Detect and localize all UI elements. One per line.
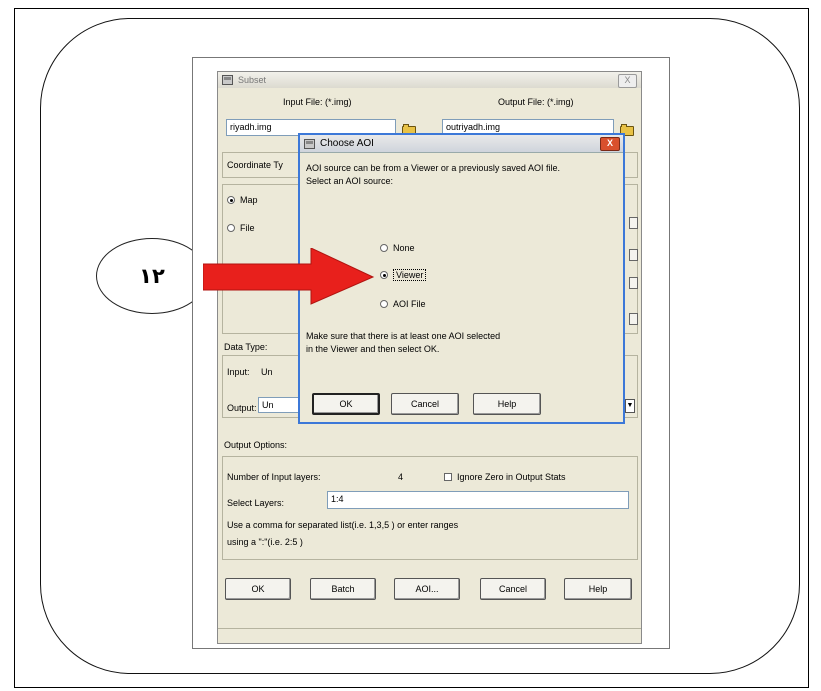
map-radio[interactable]: Map	[227, 195, 258, 205]
file-radio-label: File	[240, 223, 255, 233]
aoi-none-dot	[380, 244, 388, 252]
select-layers-input[interactable]: 1:4	[327, 491, 629, 509]
map-radio-label: Map	[240, 195, 258, 205]
data-type-label: Data Type:	[224, 342, 268, 352]
aoi-intro-line-2: Select an AOI source:	[306, 176, 394, 186]
aoi-titlebar: Choose AOI X	[300, 135, 623, 153]
aoi-viewer-dot	[380, 271, 388, 279]
subset-close-button[interactable]: X	[618, 74, 637, 88]
aoi-title: Choose AOI	[320, 138, 374, 149]
aoi-ok-button[interactable]: OK	[312, 393, 380, 415]
num-layers-label: Number of Input layers:	[227, 472, 321, 482]
output-type-select[interactable]: Un	[258, 397, 300, 413]
spinner-1[interactable]	[629, 217, 638, 229]
file-radio-dot	[227, 224, 235, 232]
file-radio[interactable]: File	[227, 223, 255, 233]
ignore-zero-label: Ignore Zero in Output Stats	[457, 472, 566, 482]
aoi-file-dot	[380, 300, 388, 308]
spinner-3[interactable]	[629, 277, 638, 289]
status-bar	[218, 628, 641, 643]
aoi-none-radio[interactable]: None	[380, 243, 415, 253]
aoi-window-icon	[304, 138, 315, 149]
aoi-button[interactable]: AOI...	[394, 578, 460, 600]
input-type-value: Un	[261, 367, 273, 377]
select-layers-label: Select Layers:	[227, 498, 285, 508]
aoi-note-line-1: Make sure that there is at least one AOI…	[306, 331, 501, 341]
aoi-viewer-label: Viewer	[393, 269, 427, 281]
hint-line-2: using a ":"(i.e. 2:5 )	[227, 537, 303, 547]
subset-help-button[interactable]: Help	[564, 578, 632, 600]
subset-title: Subset	[238, 75, 267, 85]
output-type-label: Output:	[227, 403, 257, 413]
batch-button[interactable]: Batch	[310, 578, 376, 600]
output-type-dropdown-icon[interactable]: ▼	[625, 399, 635, 413]
subset-titlebar: Subset X	[218, 72, 641, 88]
num-layers-value: 4	[398, 472, 404, 482]
aoi-file-label: AOI File	[393, 299, 426, 309]
spinner-2[interactable]	[629, 249, 638, 261]
input-type-label: Input:	[227, 367, 250, 377]
subset-cancel-button[interactable]: Cancel	[480, 578, 546, 600]
aoi-cancel-button[interactable]: Cancel	[391, 393, 459, 415]
output-options-label: Output Options:	[224, 440, 288, 450]
aoi-intro-line-1: AOI source can be from a Viewer or a pre…	[306, 163, 560, 173]
aoi-close-button[interactable]: X	[600, 137, 620, 151]
hint-line-1: Use a comma for separated list(i.e. 1,3,…	[227, 520, 459, 530]
input-file-label: Input File: (*.img)	[283, 97, 352, 107]
ignore-zero-checkbox[interactable]: Ignore Zero in Output Stats	[444, 472, 566, 482]
window-icon	[222, 75, 233, 85]
coordinate-type-label: Coordinate Ty	[227, 160, 283, 170]
aoi-file-radio[interactable]: AOI File	[380, 299, 426, 309]
aoi-note-line-2: in the Viewer and then select OK.	[306, 344, 440, 354]
output-file-label: Output File: (*.img)	[498, 97, 574, 107]
spinner-4[interactable]	[629, 313, 638, 325]
aoi-none-label: None	[393, 243, 415, 253]
aoi-viewer-radio[interactable]: Viewer	[380, 269, 427, 281]
subset-ok-button[interactable]: OK	[225, 578, 291, 600]
aoi-help-button[interactable]: Help	[473, 393, 541, 415]
map-radio-dot	[227, 196, 235, 204]
red-arrow-icon	[203, 248, 375, 305]
step-number: ۱۲	[139, 264, 165, 288]
ignore-zero-box	[444, 473, 452, 481]
